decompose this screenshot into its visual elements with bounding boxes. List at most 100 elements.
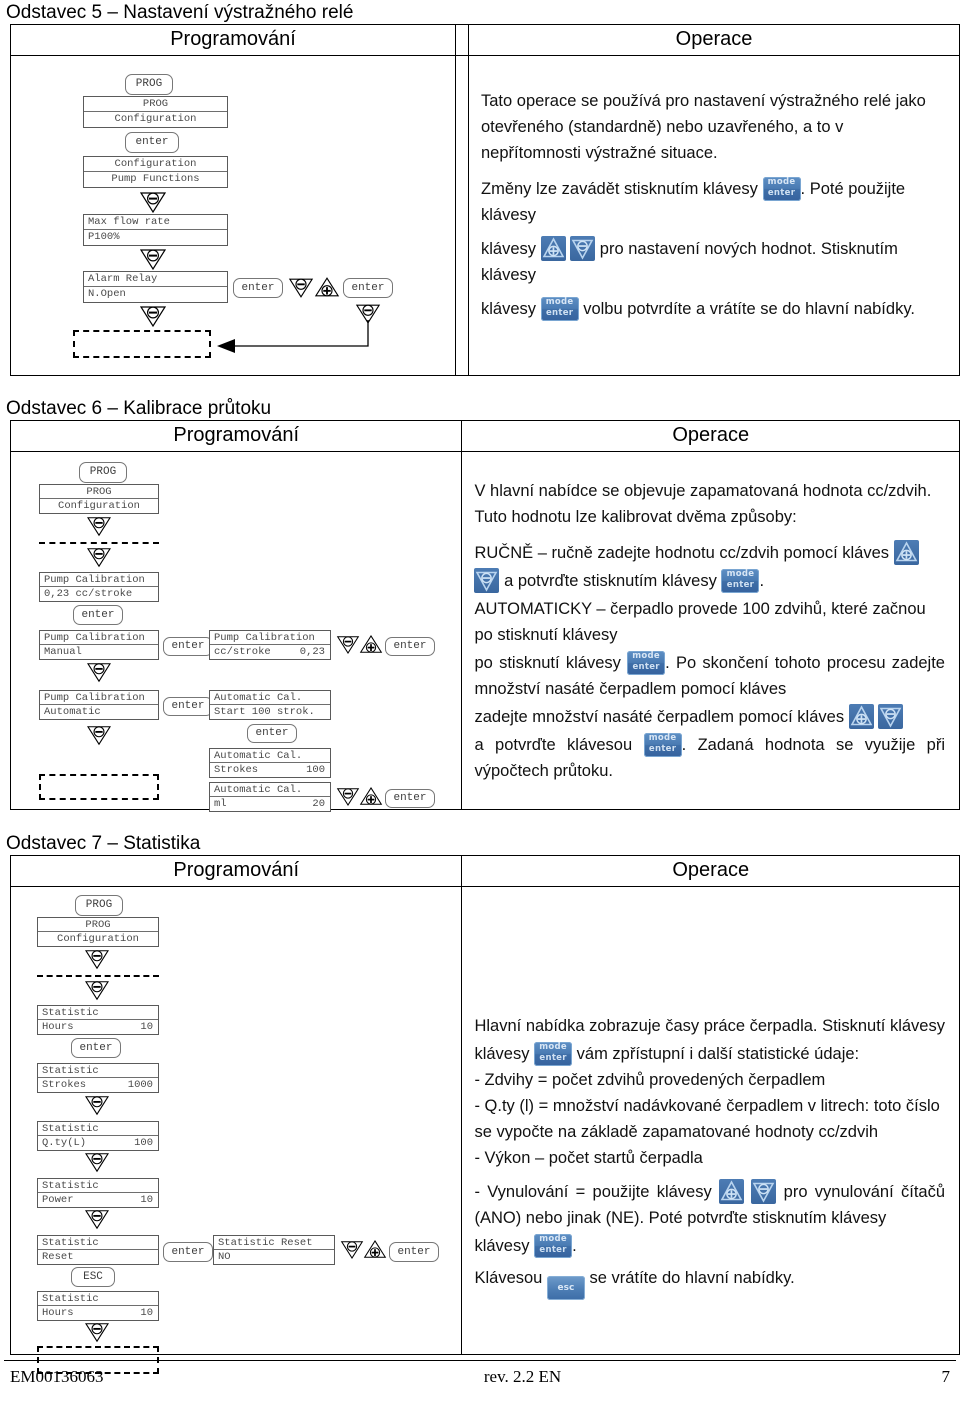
footer-document-code: EM00136063: [10, 1367, 104, 1386]
lcd-line-2: Hours 10: [38, 1020, 158, 1034]
lcd-screen: Alarm Relay N.Open: [83, 271, 228, 304]
down-arrow-icon: [288, 276, 314, 304]
lcd-screen: Automatic Cal. Start 100 strok.: [209, 690, 331, 721]
footer-revision: rev. 2.2 EN: [483, 1367, 562, 1386]
lcd-line-1: Pump Calibration: [210, 631, 330, 646]
lcd-line-1: Statistic: [38, 1179, 158, 1194]
enter-button[interactable]: enter: [163, 637, 213, 657]
key-label-mode: mode: [539, 1234, 567, 1245]
text-fragment: Hlavní nabídka zobrazuje časy práce čerp…: [474, 1017, 945, 1036]
omitted-steps-dashed-line: [39, 542, 159, 545]
lcd-screen: Statistic Reset NO: [213, 1235, 335, 1266]
section-6-diagram-cell: PROG PROG Configuration Pump Calibration: [9, 451, 463, 813]
text-fragment: a potvrďte stisknutím klávesy: [504, 572, 717, 591]
section-6-table: Programování Operace PROG PROG Configura…: [9, 419, 960, 813]
lcd-screen: Automatic Cal. ml 20: [209, 782, 331, 813]
paragraph: zadejte množství nasáté čerpadlem pomocí…: [474, 704, 945, 730]
text-fragment: se vrátíte do hlavní nabídky.: [589, 1269, 795, 1288]
section-6-operation-cell: V hlavní nabídce se objevuje zapamatovan…: [461, 451, 960, 810]
enter-button[interactable]: enter: [385, 789, 435, 809]
lcd-line-1: PROG: [84, 97, 227, 113]
section-5-flow-diagram: PROG PROG Configuration enter Configurat…: [11, 56, 455, 372]
section-5-title: Odstavec 5 – Nastavení výstražného relé: [6, 2, 354, 23]
enter-button[interactable]: enter: [385, 637, 435, 657]
esc-button[interactable]: ESC: [71, 1267, 115, 1288]
section-6-right-header: Operace: [461, 419, 960, 453]
down-arrow-minus-key-icon: [570, 236, 596, 262]
mode-enter-key-icon: mode enter: [534, 1042, 573, 1067]
lcd-screen: Configuration Pump Functions: [83, 156, 228, 189]
enter-button[interactable]: enter: [343, 278, 393, 299]
enter-button[interactable]: enter: [163, 697, 213, 717]
lcd-screen: Statistic Hours 10: [37, 1291, 159, 1322]
paragraph: - Zdvihy = počet zdvihů provedených čerp…: [474, 1071, 826, 1090]
lcd-line-2: Power 10: [38, 1193, 158, 1207]
lcd-line-2: NO: [218, 1251, 231, 1264]
paragraph: Změny lze zavádět stisknutím klávesy mod…: [481, 176, 945, 228]
up-arrow-icon: [359, 786, 383, 812]
up-arrow-plus-key-icon: [893, 540, 919, 566]
down-arrow-icon: [84, 1208, 110, 1235]
lcd-line-2: Configuration: [57, 933, 139, 946]
lcd-screen: PROG Configuration: [39, 484, 159, 515]
down-arrow-minus-key-icon: [878, 704, 904, 730]
enter-button[interactable]: enter: [233, 278, 283, 299]
lcd-line-2: ml 20: [210, 797, 330, 811]
lcd-screen: Statistic Strokes 1000: [37, 1063, 159, 1094]
prog-button[interactable]: PROG: [125, 74, 173, 96]
enter-button[interactable]: enter: [163, 1242, 213, 1263]
enter-button[interactable]: enter: [389, 1242, 439, 1263]
lcd-line-1: Statistic: [38, 1122, 158, 1137]
key-label-enter: enter: [726, 580, 755, 591]
key-label-enter: enter: [539, 1245, 567, 1256]
lcd-line-1: Pump Calibration: [40, 631, 158, 646]
section-7-table: Programování Operace PROG PROG Configura…: [9, 854, 960, 1375]
text-fragment: . Po skončení tohoto procesu zadejte mno…: [474, 654, 945, 699]
down-arrow-minus-key-icon: [474, 568, 500, 594]
prog-button[interactable]: PROG: [79, 462, 127, 484]
lcd-value-left: Strokes: [214, 764, 259, 777]
footer-page-number: 7: [941, 1367, 951, 1386]
mode-enter-key-icon: mode enter: [534, 1234, 573, 1259]
lcd-screen: Statistic Q.ty(L) 100: [37, 1121, 159, 1152]
lcd-line-2: Hours 10: [38, 1306, 158, 1320]
lcd-value-left: Hours: [42, 1307, 74, 1320]
section-5-operation-cell: Tato operace se používá pro nastavení vý…: [468, 55, 960, 376]
section-6-prose: V hlavní nabídce se objevuje zapamatovan…: [462, 452, 959, 790]
lcd-screen: Statistic Hours 10: [37, 1005, 159, 1036]
lcd-value-right: 10: [140, 1194, 153, 1207]
lcd-screen: PROG Configuration: [83, 96, 228, 129]
lcd-line-2: P100%: [88, 231, 120, 244]
section-7-flow-diagram: PROG PROG Configuration Statistic Hours …: [11, 887, 461, 1375]
lcd-value-left: cc/stroke: [214, 646, 271, 659]
enter-button[interactable]: enter: [125, 132, 179, 154]
lcd-line-2: Pump Functions: [111, 173, 200, 186]
prog-button[interactable]: PROG: [75, 895, 123, 917]
page-footer: EM00136063 rev. 2.2 EN 7: [0, 1360, 960, 1387]
enter-button[interactable]: enter: [71, 1038, 121, 1059]
text-fragment: a potvrďte klávesou: [474, 736, 633, 755]
paragraph: klávesy pro nastavení nových hodnot. Sti…: [481, 236, 945, 288]
paragraph: - Q.ty (l) = množství nadávkované čerpad…: [474, 1097, 940, 1142]
lcd-line-1: Statistic Reset: [214, 1236, 334, 1251]
lcd-value-left: Hours: [42, 1021, 74, 1034]
enter-button[interactable]: enter: [73, 605, 123, 626]
lcd-line-2: cc/stroke 0,23: [210, 645, 330, 659]
up-arrow-plus-key-icon: [540, 236, 566, 262]
lcd-value-right: 20: [312, 798, 325, 811]
down-arrow-icon: [84, 979, 110, 1006]
lcd-value-right: 10: [140, 1021, 153, 1034]
lcd-screen: Max flow rate P100%: [83, 214, 228, 247]
lcd-screen: Pump Calibration cc/stroke 0,23: [209, 630, 331, 661]
lcd-line-1: Pump Calibration: [40, 573, 158, 588]
section-7-prose: Hlavní nabídka zobrazuje časy práce čerp…: [462, 887, 959, 1306]
lcd-line-2: Configuration: [58, 500, 140, 513]
paragraph: AUTOMATICKY – čerpadlo provede 100 zdvih…: [474, 596, 945, 648]
text-fragment: - Vynulování = použijte klávesy: [474, 1183, 712, 1202]
section-5-left-header: Programování: [10, 23, 456, 57]
down-arrow-icon: [84, 1094, 110, 1121]
loop-return-box: [73, 330, 211, 359]
enter-button[interactable]: enter: [247, 724, 297, 744]
lcd-line-2: Strokes 1000: [38, 1078, 158, 1092]
lcd-value-right: 0,23: [299, 646, 325, 659]
